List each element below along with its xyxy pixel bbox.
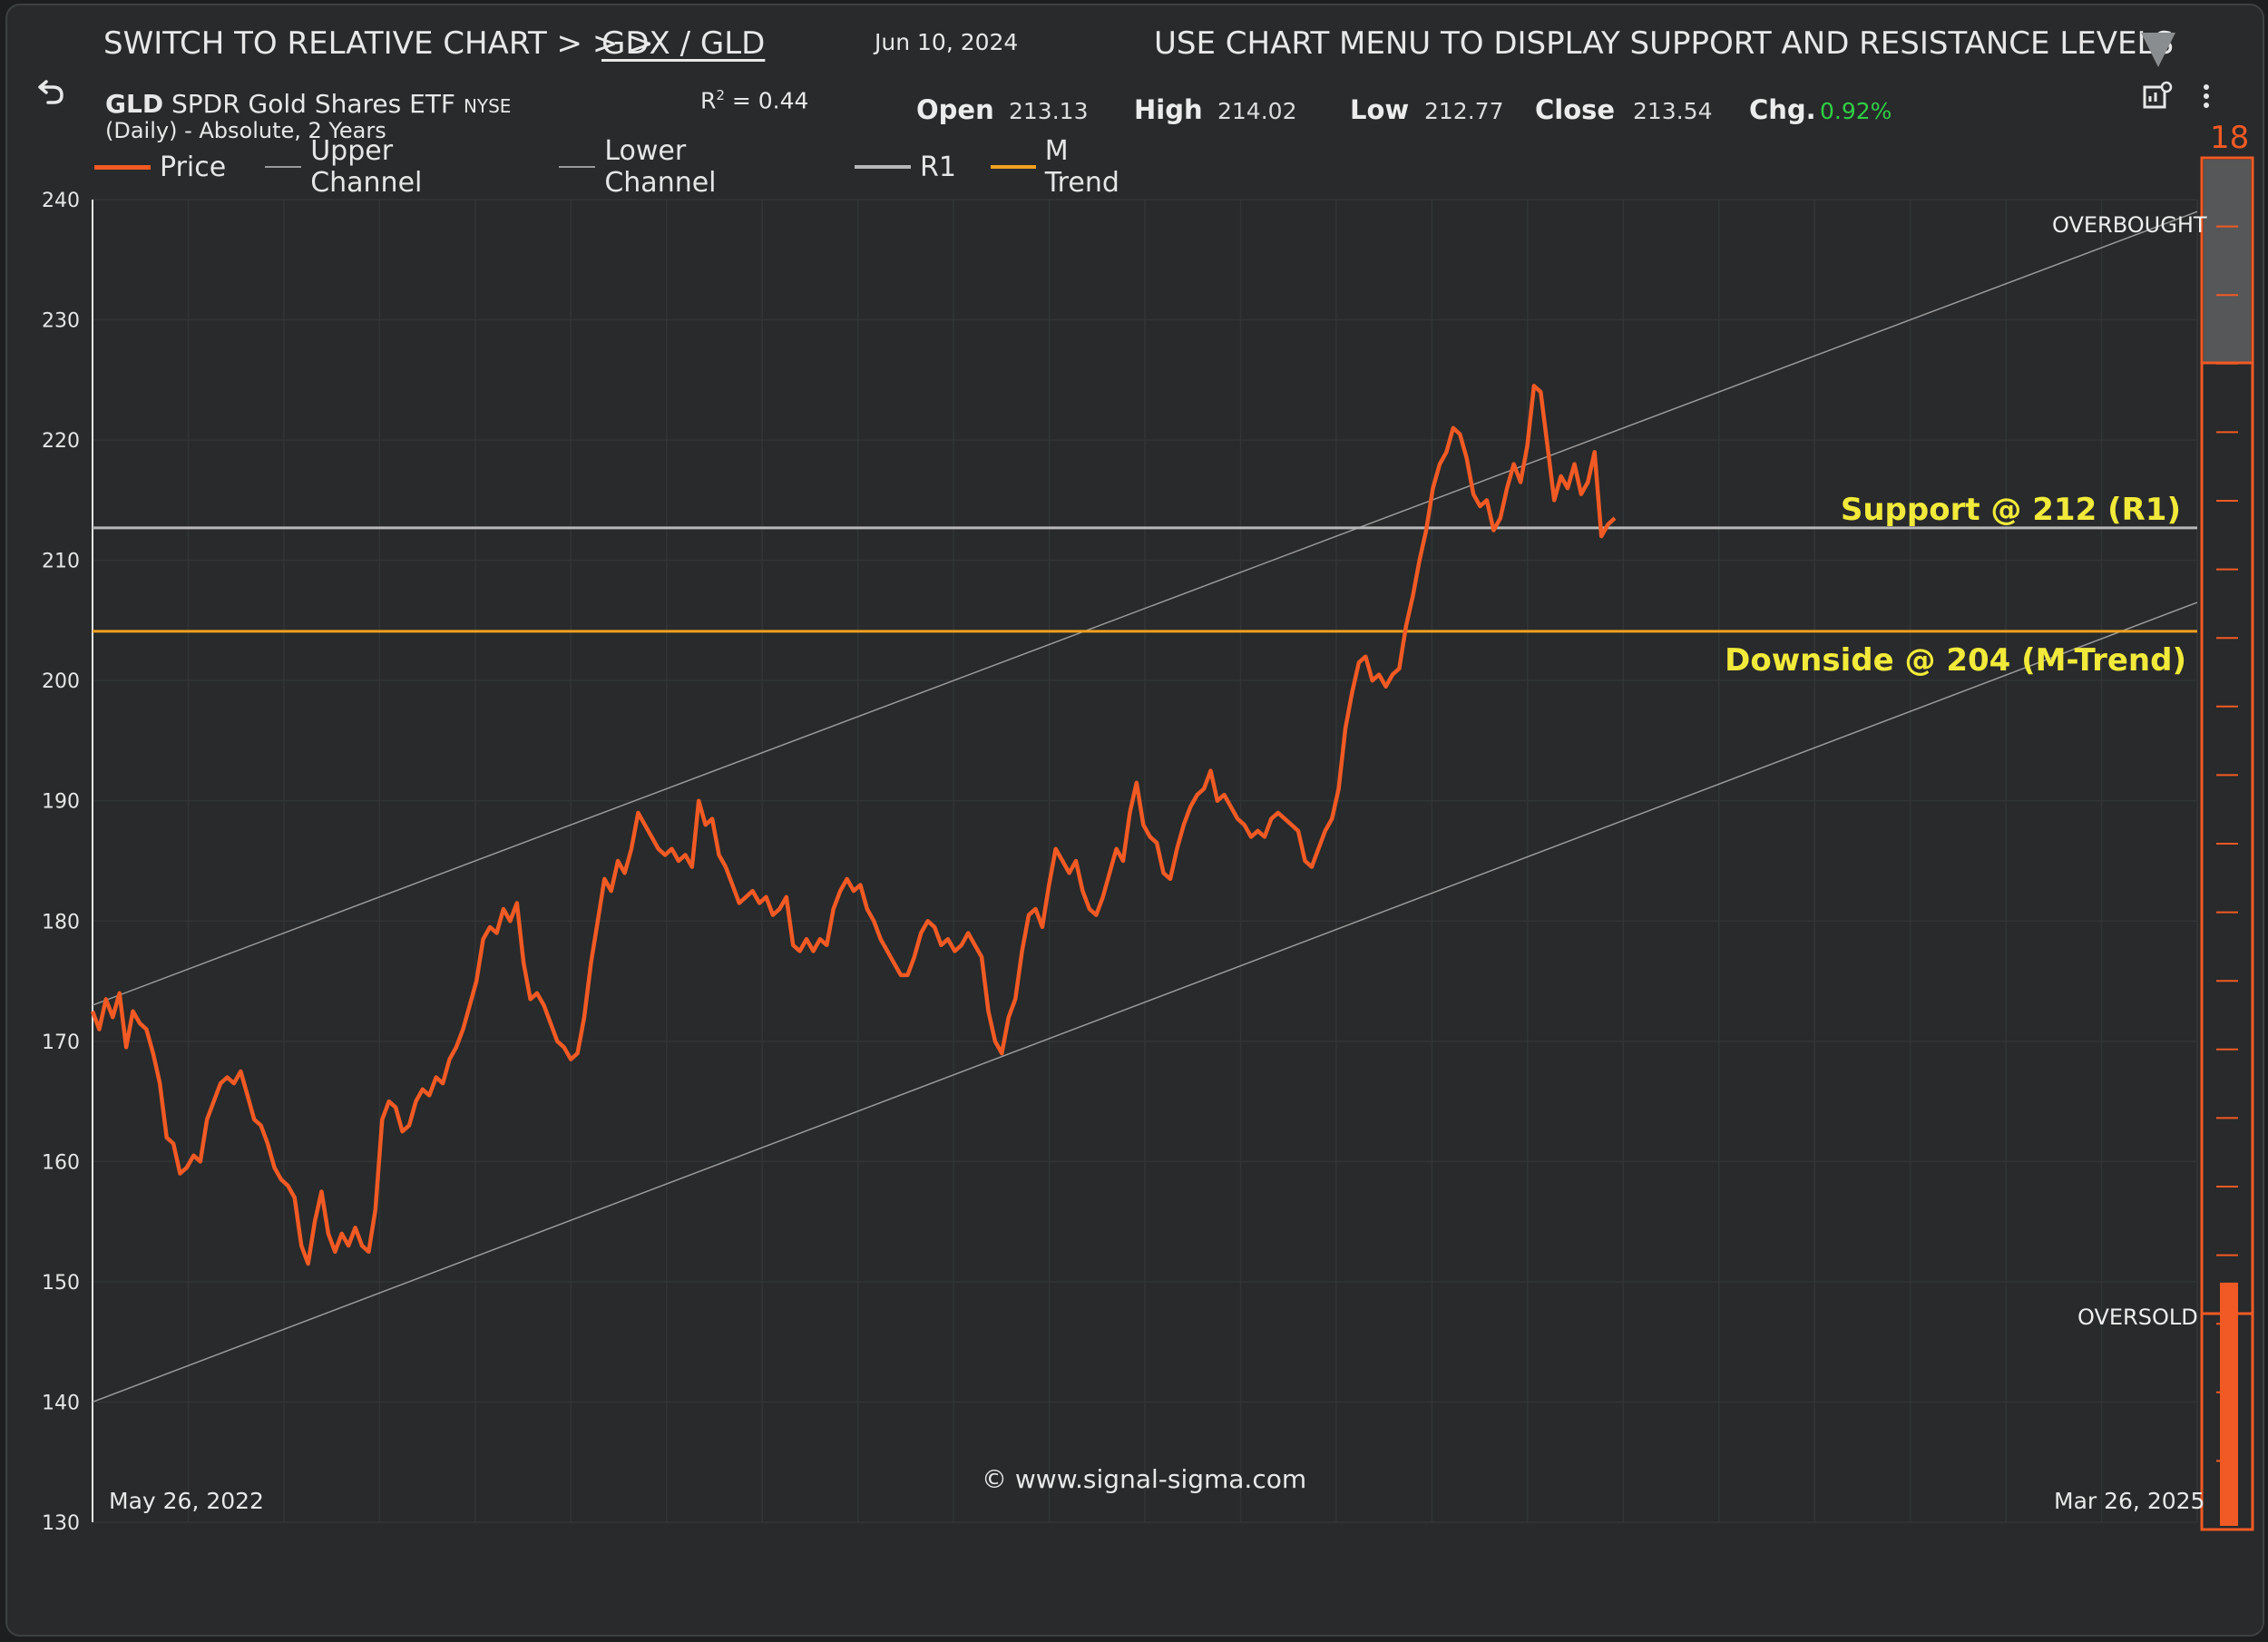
legend-item-m-trend[interactable]: M Trend bbox=[991, 135, 1130, 199]
legend-swatch-lower-channel bbox=[559, 166, 596, 168]
r2-sup: 2 bbox=[716, 87, 725, 103]
ticker-title: GLD SPDR Gold Shares ETF NYSE bbox=[105, 89, 511, 119]
undo-icon[interactable] bbox=[33, 74, 69, 111]
price-chart: 240 230 220 210 200 190 180 170 160 150 140 130 bbox=[42, 156, 2254, 1535]
open-value: 213.13 bbox=[1009, 98, 1089, 124]
legend-label-lower-channel: Lower Channel bbox=[604, 135, 717, 199]
legend-label-r1: R1 bbox=[920, 151, 956, 183]
x-axis-start-date: May 26, 2022 bbox=[109, 1488, 264, 1514]
r2-label: R bbox=[700, 87, 717, 114]
copyright-text: © www.signal-sigma.com bbox=[982, 1464, 1307, 1494]
overbought-zone bbox=[2204, 160, 2251, 363]
signal-gauge-value: 18 bbox=[2210, 120, 2250, 156]
downside-annotation: Downside @ 204 (M-Trend) bbox=[1725, 642, 2186, 679]
y-tick-label: 170 bbox=[42, 1031, 80, 1054]
close-label: Close bbox=[1535, 94, 1616, 125]
overbought-label: OVERBOUGHT bbox=[2052, 212, 2207, 238]
chg-value: 0.92% bbox=[1820, 98, 1892, 124]
y-tick-label: 160 bbox=[42, 1151, 80, 1174]
y-tick-label: 230 bbox=[42, 310, 80, 333]
chart-date: Jun 10, 2024 bbox=[875, 29, 1019, 55]
y-tick-label: 140 bbox=[42, 1392, 80, 1414]
chart-settings-icon[interactable] bbox=[2141, 80, 2174, 112]
triangle-down-icon bbox=[2141, 33, 2175, 67]
legend-item-r1[interactable]: R1 bbox=[855, 149, 956, 185]
legend-swatch-upper-channel bbox=[265, 166, 302, 168]
support-annotation: Support @ 212 (R1) bbox=[1840, 492, 2181, 528]
exchange-label: NYSE bbox=[463, 95, 512, 117]
y-tick-label: 180 bbox=[42, 911, 80, 933]
y-tick-label: 240 bbox=[42, 190, 80, 212]
high-label: High bbox=[1134, 94, 1203, 125]
legend-swatch-price bbox=[94, 164, 151, 170]
y-tick-label: 210 bbox=[42, 551, 80, 573]
legend-item-lower-channel[interactable]: Lower Channel bbox=[559, 135, 736, 199]
legend-label-price: Price bbox=[160, 151, 227, 183]
high-value: 214.02 bbox=[1217, 98, 1297, 124]
low-label: Low bbox=[1350, 94, 1410, 125]
legend-item-price[interactable]: Price bbox=[94, 149, 226, 185]
r-squared-readout: R2 = 0.44 bbox=[700, 87, 808, 113]
kebab-menu-icon[interactable] bbox=[2195, 80, 2217, 112]
chart-menu-hint: USE CHART MENU TO DISPLAY SUPPORT AND RE… bbox=[1154, 25, 2175, 62]
legend-swatch-m-trend bbox=[991, 165, 1036, 169]
chart-frame: 240 230 220 210 200 190 180 170 160 150 140 130 SWI… bbox=[5, 4, 2264, 1637]
low-value: 212.77 bbox=[1424, 98, 1504, 124]
y-tick-label: 200 bbox=[42, 670, 80, 693]
oversold-label: OVERSOLD bbox=[2077, 1305, 2198, 1330]
chg-label: Chg. bbox=[1749, 94, 1816, 125]
ticker-name: SPDR Gold Shares ETF bbox=[171, 89, 456, 119]
legend-item-upper-channel[interactable]: Upper Channel bbox=[265, 135, 442, 199]
y-tick-label: 150 bbox=[42, 1272, 80, 1295]
signal-gauge-fill bbox=[2220, 1282, 2238, 1526]
open-label: Open bbox=[916, 94, 994, 125]
close-value: 213.54 bbox=[1633, 98, 1713, 124]
relative-chart-link[interactable]: GDX / GLD bbox=[601, 25, 765, 62]
legend-label-upper-channel: Upper Channel bbox=[310, 135, 423, 199]
y-tick-label: 130 bbox=[42, 1512, 80, 1535]
x-axis-end-date: Mar 26, 2025 bbox=[2054, 1488, 2205, 1514]
legend-swatch-r1 bbox=[855, 165, 911, 169]
r2-value: = 0.44 bbox=[731, 87, 809, 114]
switch-relative-chart-text: SWITCH TO RELATIVE CHART > > > bbox=[103, 25, 654, 62]
legend-label-m-trend: M Trend bbox=[1044, 135, 1119, 199]
y-tick-label: 190 bbox=[42, 791, 80, 814]
ticker-symbol: GLD bbox=[105, 89, 164, 119]
y-tick-label: 220 bbox=[42, 430, 80, 453]
